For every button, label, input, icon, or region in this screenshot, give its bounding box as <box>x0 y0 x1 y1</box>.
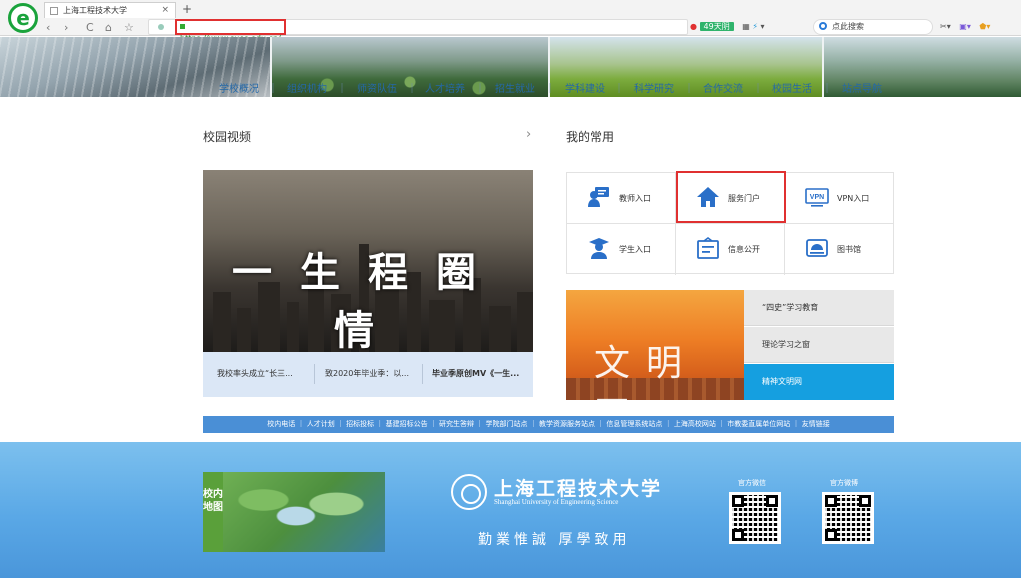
translate-icon[interactable]: ▣▾ <box>959 22 971 31</box>
info-disclosure-label: 信息公开 <box>728 245 760 254</box>
menu-item-organization[interactable]: 组织机构 <box>287 83 327 97</box>
shield-icon[interactable]: ● <box>690 22 697 31</box>
library-button[interactable]: 图书馆 <box>785 224 894 275</box>
shield-extension-icon[interactable]: ⬟▾ <box>979 22 990 31</box>
grid-icon[interactable]: ▦ <box>742 22 750 31</box>
campus-map[interactable]: 校内地图 <box>203 472 385 552</box>
library-label: 图书馆 <box>837 245 861 254</box>
tab-title: 上海工程技术大学 <box>63 6 127 15</box>
extensions: ● 49天阴 ▦ ⚡ ▾ <box>690 21 765 33</box>
student-entry-button[interactable]: 学生入口 <box>567 224 676 275</box>
new-tab-button[interactable]: + <box>182 2 192 16</box>
vpn-entry-label: VPN入口 <box>837 194 870 203</box>
vpn-entry-button[interactable]: VPN VPN入口 <box>785 173 894 224</box>
scissors-icon[interactable]: ✂▾ <box>940 22 951 31</box>
service-portal-highlight <box>676 171 786 223</box>
teacher-entry-button[interactable]: 教师入口 <box>567 173 676 224</box>
campus-map-image <box>223 472 385 552</box>
teacher-entry-label: 教师入口 <box>619 194 651 203</box>
civilization-banner[interactable]: 文明网 <box>566 290 744 400</box>
page-icon <box>50 7 58 15</box>
menu-item-site-nav[interactable]: 站点导航 <box>842 83 882 97</box>
main-menu: 学校概况 ｜ 组织机构 ｜ 师资队伍 ｜ 人才培养 ｜ 招生就业 ｜ 学科建设 … <box>219 83 882 97</box>
campus-video[interactable]: 一生程圈情 <box>203 170 533 352</box>
search-placeholder: 点此搜索 <box>832 22 864 31</box>
home-button[interactable]: ⌂ <box>105 21 112 35</box>
spiritual-civilization-link[interactable]: 精神文明网 <box>744 364 894 400</box>
civilization-banner-text: 文明网 <box>594 343 699 400</box>
university-name: 上海工程技术大学 <box>494 478 663 500</box>
university-seal-icon <box>451 474 487 510</box>
four-history-link[interactable]: “四史”学习教育 <box>744 290 894 326</box>
video-more-chevron-icon[interactable]: › <box>526 127 531 142</box>
menu-item-cooperation[interactable]: 合作交流 <box>703 83 743 97</box>
menu-item-discipline[interactable]: 学科建设 <box>565 83 605 97</box>
menu-item-overview[interactable]: 学校概况 <box>219 83 259 97</box>
search-icon <box>819 22 827 30</box>
info-icon <box>697 237 719 259</box>
more-icon[interactable]: ▾ <box>761 22 765 31</box>
common-section-title: 我的常用 <box>566 130 615 144</box>
video-section-title: 校园视频 <box>203 130 252 144</box>
weibo-label: 官方微博 <box>830 479 858 487</box>
reload-button[interactable]: C <box>86 21 94 35</box>
close-tab-icon[interactable]: × <box>161 3 169 18</box>
video-captions: 我校率头成立“长三... 致2020年毕业季：以... 毕业季原创MV《一生..… <box>203 352 533 397</box>
vpn-badge-text: VPN <box>810 194 824 201</box>
university-name-en: Shanghai University of Engineering Scien… <box>494 498 619 506</box>
menu-item-admission[interactable]: 招生就业 <box>495 83 535 97</box>
wechat-label: 官方微信 <box>738 479 766 487</box>
menu-item-campus-life[interactable]: 校园生活 <box>772 83 812 97</box>
student-icon <box>589 238 609 259</box>
video-caption-2[interactable]: 致2020年毕业季：以... <box>325 368 409 379</box>
weather-badge[interactable]: 49天阴 <box>699 22 734 31</box>
search-input[interactable]: 点此搜索 <box>813 19 933 35</box>
university-motto: 勤業惟誠 厚學致用 <box>478 532 631 548</box>
menu-item-research[interactable]: 科学研究 <box>634 83 674 97</box>
forward-button[interactable]: › <box>64 21 68 35</box>
menu-item-talent[interactable]: 人才培养 <box>425 83 465 97</box>
browser-tab[interactable]: 上海工程技术大学 × <box>44 2 176 18</box>
video-caption-1[interactable]: 我校率头成立“长三... <box>217 368 293 379</box>
weibo-qr-code <box>822 492 874 544</box>
bolt-icon[interactable]: ⚡ <box>752 22 758 31</box>
info-disclosure-button[interactable]: 信息公开 <box>676 224 785 275</box>
lock-icon <box>180 24 185 29</box>
menu-item-faculty[interactable]: 师资队伍 <box>357 83 397 97</box>
security-icon <box>158 24 164 30</box>
browser-chrome: e 上海工程技术大学 × + ‹ › C ⌂ ☆ https://www.sue… <box>0 0 1021 43</box>
footer-links-bar[interactable]: 校内电话 ｜ 人才计划 ｜ 招标投标 ｜ 基建招标公告 ｜ 研究生答辩 ｜ 学院… <box>203 416 894 433</box>
video-overlay-title: 一生程圈情 <box>232 249 504 352</box>
vpn-icon: VPN <box>805 188 829 207</box>
campus-map-label: 校内地图 <box>203 472 223 552</box>
civilization-links: “四史”学习教育 理论学习之窗 精神文明网 <box>744 290 894 400</box>
url-field[interactable]: https://www.sues.edu.cn/ <box>175 19 286 43</box>
library-icon <box>806 239 828 257</box>
back-button[interactable]: ‹ <box>46 21 50 35</box>
teacher-icon <box>588 187 609 207</box>
toolbar-icons: ✂▾ ▣▾ ⬟▾ <box>940 21 990 33</box>
wechat-qr-code <box>729 492 781 544</box>
theory-study-link[interactable]: 理论学习之窗 <box>744 327 894 363</box>
banner: 学校概况 ｜ 组织机构 ｜ 师资队伍 ｜ 人才培养 ｜ 招生就业 ｜ 学科建设 … <box>0 37 1021 97</box>
video-caption-3[interactable]: 毕业季原创MV《一生... <box>432 368 519 379</box>
bookmark-star-icon[interactable]: ☆ <box>124 21 134 35</box>
student-entry-label: 学生入口 <box>619 245 651 254</box>
